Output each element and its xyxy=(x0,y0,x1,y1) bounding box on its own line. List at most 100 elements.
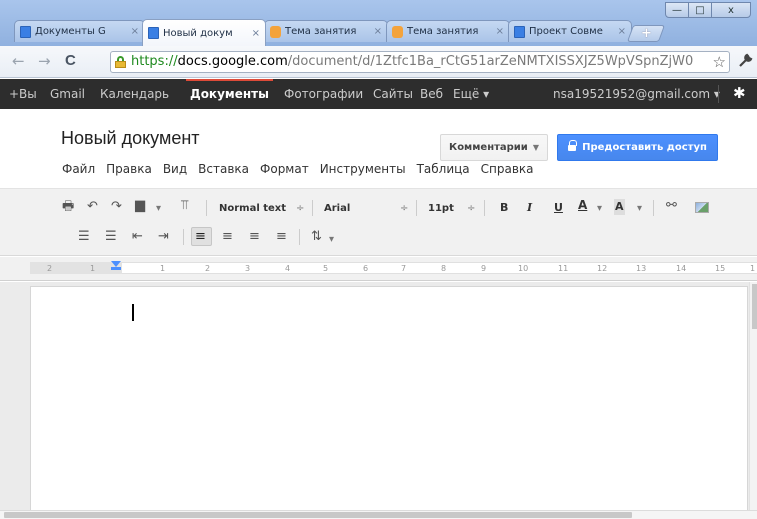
redo-icon[interactable]: ↷ xyxy=(111,199,122,215)
numbered-list-icon[interactable]: ☰ xyxy=(78,229,90,245)
updown-icon[interactable]: ÷ xyxy=(296,201,304,217)
font-select[interactable]: Arial xyxy=(324,201,350,217)
tab-title: Тема занятия xyxy=(285,26,357,37)
underline-button[interactable]: U xyxy=(554,200,563,216)
url-host: docs.google.com xyxy=(177,54,288,69)
format-brush-icon[interactable]: ⫪ xyxy=(181,198,188,214)
close-icon[interactable]: × xyxy=(496,26,504,37)
ruler-label: 10 xyxy=(518,264,529,273)
menu-tools[interactable]: Инструменты xyxy=(320,162,406,176)
chevron-down-icon[interactable]: ▾ xyxy=(597,201,602,217)
gbar-item-photos[interactable]: Фотографии xyxy=(284,87,363,101)
close-icon[interactable]: × xyxy=(252,28,260,39)
gbar-item-documents[interactable]: Документы xyxy=(190,87,269,101)
chevron-down-icon: ▼ xyxy=(532,143,539,152)
ruler-label: 12 xyxy=(597,264,608,273)
comments-button[interactable]: Комментарии ▼ xyxy=(440,134,548,161)
close-icon[interactable]: × xyxy=(374,26,382,37)
increase-indent-icon[interactable]: ⇥ xyxy=(158,229,169,245)
close-icon[interactable]: × xyxy=(131,26,139,37)
bulleted-list-icon[interactable]: ☰ xyxy=(105,229,117,245)
updown-icon[interactable]: ÷ xyxy=(400,201,408,217)
close-icon[interactable]: × xyxy=(618,26,626,37)
align-left-icon[interactable]: ≡ xyxy=(195,229,206,245)
paint-format-icon[interactable]: ▆ xyxy=(135,198,145,214)
share-button[interactable]: Предоставить доступ xyxy=(557,134,718,161)
url-path: /document/d/1Ztfc1Ba_rCtG51arZeNMTXISSXJ… xyxy=(287,54,694,69)
horizontal-scroll-thumb[interactable] xyxy=(4,512,632,518)
link-icon[interactable]: ⚯ xyxy=(666,198,677,214)
gbar-item-plus-you[interactable]: +Вы xyxy=(9,87,37,101)
text-cursor xyxy=(132,304,134,321)
text-color-button[interactable]: A xyxy=(578,197,587,213)
decrease-indent-icon[interactable]: ⇤ xyxy=(132,229,143,245)
align-center-icon[interactable]: ≡ xyxy=(222,229,233,245)
new-tab-button[interactable]: + xyxy=(626,25,666,42)
browser-tab[interactable]: Документы G × xyxy=(14,20,145,42)
menu-insert[interactable]: Вставка xyxy=(198,162,249,176)
url-scheme: https:// xyxy=(131,54,178,69)
tab-title: Документы G xyxy=(35,26,106,37)
menu-view[interactable]: Вид xyxy=(163,162,187,176)
address-bar[interactable]: https://docs.google.com/document/d/1Ztfc… xyxy=(110,51,730,73)
italic-button[interactable]: I xyxy=(527,200,532,216)
menu-table[interactable]: Таблица xyxy=(417,162,470,176)
gbar-item-sites[interactable]: Сайты xyxy=(373,87,413,101)
docs-icon xyxy=(148,27,159,39)
ruler-label: 1 xyxy=(750,264,756,273)
style-select[interactable]: Normal text xyxy=(219,201,286,217)
document-title[interactable]: Новый документ xyxy=(61,128,200,149)
wrench-menu-icon[interactable] xyxy=(738,53,753,72)
image-icon[interactable] xyxy=(695,202,709,213)
browser-tab-active[interactable]: Новый докум × xyxy=(142,19,266,46)
back-button[interactable]: ← xyxy=(12,52,25,70)
plus-icon: + xyxy=(640,26,652,41)
menu-file[interactable]: Файл xyxy=(62,162,95,176)
ruler-label: 14 xyxy=(676,264,687,273)
ruler-label: 2 xyxy=(47,264,53,273)
gbar-item-calendar[interactable]: Календарь xyxy=(100,87,169,101)
font-size-select[interactable]: 11pt xyxy=(428,201,454,217)
gbar-item-gmail[interactable]: Gmail xyxy=(50,87,85,101)
tab-strip: Документы G × Новый докум × Тема занятия… xyxy=(0,0,757,46)
share-label: Предоставить доступ xyxy=(582,142,707,153)
left-indent-marker[interactable] xyxy=(111,267,121,270)
chevron-down-icon[interactable]: ▾ xyxy=(156,201,161,217)
align-right-icon[interactable]: ≡ xyxy=(249,229,260,245)
menu-edit[interactable]: Правка xyxy=(106,162,152,176)
menu-format[interactable]: Формат xyxy=(260,162,309,176)
window-controls: — □ x xyxy=(665,2,751,18)
forward-button[interactable]: → xyxy=(38,52,51,70)
menu-bar: Файл Правка Вид Вставка Формат Инструмен… xyxy=(62,162,545,176)
close-window-button[interactable]: x xyxy=(711,2,751,18)
menu-help[interactable]: Справка xyxy=(481,162,534,176)
editor-toolbar: 🖶 ↶ ↷ ▆ ▾ ⫪ Normal text ÷ Arial ÷ 11pt ÷… xyxy=(0,188,757,256)
browser-tab[interactable]: Тема занятия × xyxy=(264,20,388,42)
updown-icon[interactable]: ÷ xyxy=(467,201,475,217)
ruler-track xyxy=(37,262,757,274)
gbar-item-more[interactable]: Ещё ▾ xyxy=(453,87,489,101)
orange-app-icon xyxy=(392,25,403,38)
highlight-color-button[interactable]: A xyxy=(614,199,625,215)
bold-button[interactable]: B xyxy=(500,200,508,216)
account-menu[interactable]: nsa19521952@gmail.com ▾ xyxy=(553,87,720,101)
justify-icon[interactable]: ≡ xyxy=(276,229,287,245)
minimize-button[interactable]: — xyxy=(665,2,689,18)
maximize-button[interactable]: □ xyxy=(688,2,712,18)
chevron-down-icon[interactable]: ▾ xyxy=(637,201,642,217)
reload-button[interactable]: C xyxy=(65,52,76,69)
chevron-down-icon[interactable]: ▾ xyxy=(329,232,334,248)
document-page[interactable] xyxy=(30,286,748,511)
line-spacing-icon[interactable]: ⇅ xyxy=(311,229,322,245)
ruler: 2 1 1 2 3 4 5 6 7 8 9 10 11 12 13 14 15 … xyxy=(0,257,757,281)
print-icon[interactable]: 🖶 xyxy=(62,199,74,215)
undo-icon[interactable]: ↶ xyxy=(87,199,98,215)
browser-tab[interactable]: Тема занятия × xyxy=(386,20,510,42)
gear-icon[interactable]: ✱ xyxy=(733,84,746,102)
bookmark-star-icon[interactable]: ☆ xyxy=(710,52,726,72)
ruler-label: 1 xyxy=(90,264,96,273)
ruler-label: 6 xyxy=(363,264,369,273)
browser-tab[interactable]: Проект Совме × xyxy=(508,20,632,42)
gbar-item-web[interactable]: Веб xyxy=(420,87,443,101)
vertical-scroll-thumb[interactable] xyxy=(752,284,757,329)
